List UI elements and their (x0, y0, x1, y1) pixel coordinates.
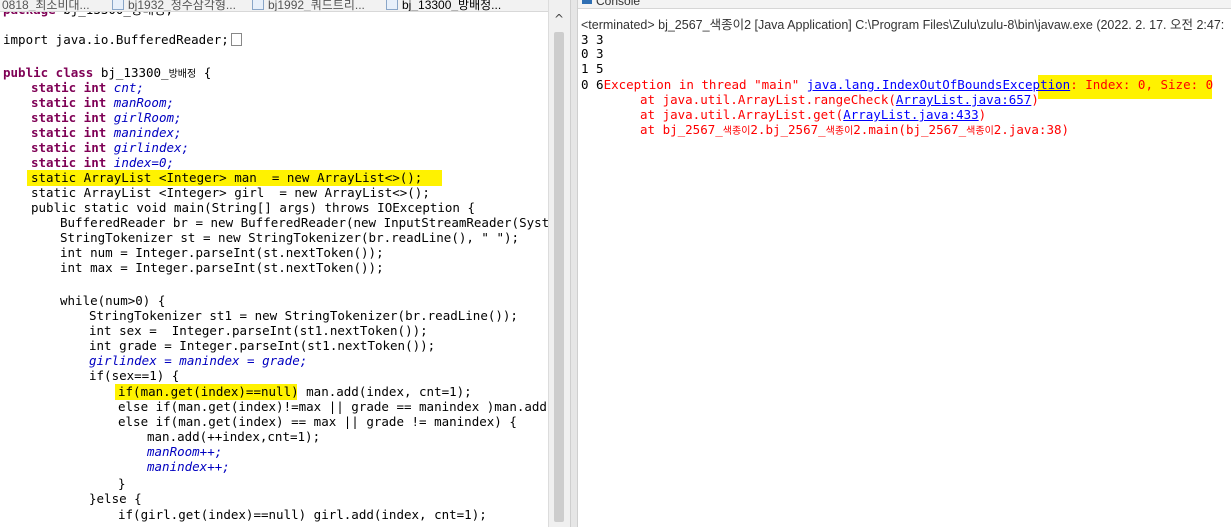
console-exception-line: 0 6Exception in thread "main" java.lang.… (581, 77, 1213, 92)
editor-tab-2-label: bj1932_정수삼각형... (128, 0, 236, 12)
console-output-line: 0 3 (581, 46, 604, 61)
field-girlindex: girlindex; (113, 140, 190, 155)
class-name: bj_13300_ (100, 65, 169, 80)
trace-suffix: ) (1031, 92, 1039, 107)
pane-divider[interactable] (570, 0, 578, 527)
console-icon (582, 0, 592, 4)
code-line-manindex: static int manindex; (31, 125, 182, 140)
console-output-line: 0 6 (581, 77, 604, 92)
code-line-if-null: if(man.get(index)==null) man.add(index, … (118, 384, 472, 399)
console-output-line: 3 3 (581, 32, 604, 47)
exception-message: : Index: 0, Size: 0 (1070, 77, 1214, 92)
console-header: Console (578, 0, 1231, 9)
field-manindex: manindex; (113, 125, 182, 140)
import-text: import java.io.BufferedReader; (3, 32, 229, 47)
code-line-girlindex: static int girlindex; (31, 140, 190, 155)
trace-link[interactable]: ArrayList.java:433 (843, 107, 978, 122)
code-line-import: import java.io.BufferedReader; (3, 32, 242, 47)
trace-text-korean: 색종이 (825, 126, 854, 137)
code-line-manroom: static int manRoom; (31, 95, 175, 110)
editor-tab-1-label: 0818_최소비대... (2, 0, 90, 12)
editor-tab-bar: 0818_최소비대... bj1932_정수삼각형... bj1992_쿼드트리… (0, 0, 570, 12)
code-line-class: public class bj_13300_방배정 { (3, 65, 212, 80)
trace-text: at java.util.ArrayList.get( (640, 107, 844, 122)
code-line-man-add: man.add(++index,cnt=1); (147, 429, 321, 444)
java-file-icon (252, 0, 264, 10)
trace-text: 2.bj_2567_ (750, 122, 826, 137)
scrollbar-thumb[interactable] (554, 32, 564, 522)
stack-trace-line: at java.util.ArrayList.rangeCheck(ArrayL… (640, 92, 1039, 107)
trace-suffix: ) (978, 107, 987, 122)
editor-tab-2[interactable]: bj1932_정수삼각형... (112, 0, 236, 12)
code-line-manroom-inc: manRoom++; (147, 444, 223, 459)
trace-text-korean: 색종이 (722, 126, 751, 137)
field-manroom: manRoom; (113, 95, 175, 110)
code-line-close-brace: } (118, 476, 126, 491)
code-line-cnt: static int cnt; (31, 80, 144, 95)
exception-prefix: Exception in thread "main" (603, 77, 807, 92)
trace-text: at bj_2567_ (640, 122, 723, 137)
editor-tab-1[interactable]: 0818_최소비대... (2, 0, 90, 12)
code-line-st1: StringTokenizer st1 = new StringTokenize… (89, 308, 518, 323)
code-line-man-list: static ArrayList <Integer> man = new Arr… (31, 170, 423, 185)
trace-text-korean: 색종이 (966, 126, 994, 137)
trace-text: at java.util.ArrayList.rangeCheck( (640, 92, 896, 107)
code-line-girl-list: static ArrayList <Integer> girl = new Ar… (31, 185, 430, 200)
console-terminated-line: <terminated> bj_2567_색종이2 [Java Applicat… (581, 18, 1225, 32)
trace-text: 2.java:38) (993, 122, 1070, 137)
console-pane: Console <terminated> bj_2567_색종이2 [Java … (578, 0, 1231, 527)
code-line-st: StringTokenizer st = new StringTokenizer… (60, 230, 520, 245)
code-line-manindex-inc: manindex++; (147, 459, 230, 474)
field-girlroom: girlRoom; (113, 110, 182, 125)
code-line-main: public static void main(String[] args) t… (31, 200, 476, 215)
stack-trace-line: at bj_2567_색종이2.bj_2567_색종이2.main(bj_256… (640, 122, 1069, 137)
field-cnt: cnt; (113, 80, 144, 95)
code-line-else-if2: else if(man.get(index) == max || grade !… (118, 414, 517, 429)
editor-tab-4[interactable]: bj_13300_방배정... (386, 0, 502, 12)
code-line-sex: int sex = Integer.parseInt(st1.nextToken… (89, 323, 428, 338)
stack-trace-line: at java.util.ArrayList.get(ArrayList.jav… (640, 107, 986, 122)
exception-class-link[interactable]: java.lang.IndexOutOfBoundsException (807, 77, 1070, 92)
console-title[interactable]: Console (596, 0, 640, 8)
console-output-line: 1 5 (581, 61, 604, 76)
editor-tab-3-label: bj1992_쿼드트리... (268, 0, 365, 12)
code-editor[interactable]: package bj_13300_방배정; import java.io.Buf… (0, 0, 548, 527)
fold-icon[interactable] (230, 33, 242, 46)
trace-text[interactable]: 2.main(bj_2567_ (853, 122, 966, 137)
java-file-icon (112, 0, 124, 10)
editor-vertical-scrollbar[interactable]: ^ (548, 0, 570, 527)
code-line-max: int max = Integer.parseInt(st.nextToken(… (60, 260, 384, 275)
trace-link[interactable]: ArrayList.java:657 (896, 92, 1031, 107)
code-line-br: BufferedReader br = new BufferedReader(n… (60, 215, 548, 230)
code-line-grade: int grade = Integer.parseInt(st1.nextTok… (89, 338, 436, 353)
code-line-index: static int index=0; (31, 155, 175, 170)
code-line-girlroom: static int girlRoom; (31, 110, 182, 125)
code-line-if-sex: if(sex==1) { (89, 368, 180, 383)
editor-tab-3[interactable]: bj1992_쿼드트리... (252, 0, 365, 12)
scroll-up-icon[interactable]: ^ (554, 12, 564, 26)
code-line-num: int num = Integer.parseInt(st.nextToken(… (60, 245, 384, 260)
editor-tab-4-label: bj_13300_방배정... (402, 0, 502, 12)
java-file-icon (386, 0, 398, 10)
code-line-girl-if: if(girl.get(index)==null) girl.add(index… (118, 507, 487, 522)
class-name-korean: 방배정 (168, 69, 197, 80)
code-line-girlindex-assign: girlindex = manindex = grade; (89, 353, 308, 368)
code-line-else-if1: else if(man.get(index)!=max || grade == … (118, 399, 548, 414)
field-index: index=0; (113, 155, 175, 170)
code-editor-pane: package bj_13300_방배정; import java.io.Buf… (0, 0, 570, 527)
code-line-else: }else { (89, 491, 142, 506)
code-line-while: while(num>0) { (60, 293, 166, 308)
